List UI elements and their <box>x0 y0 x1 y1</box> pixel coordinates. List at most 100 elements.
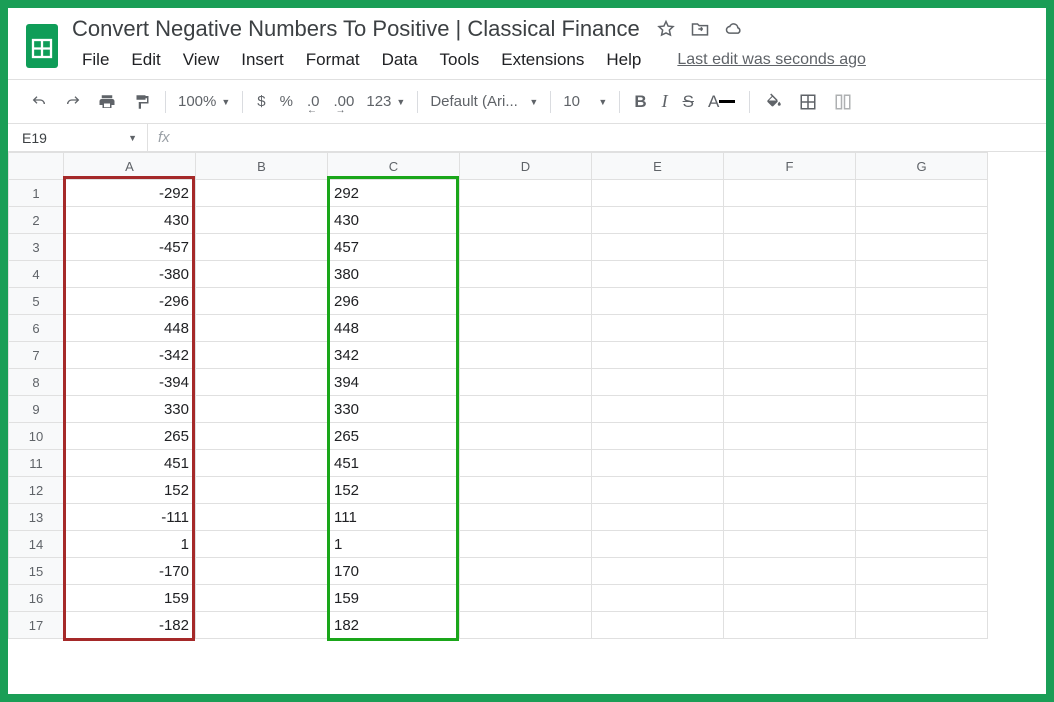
cell-D10[interactable] <box>460 423 592 450</box>
row-header[interactable]: 16 <box>9 585 64 612</box>
row-header[interactable]: 1 <box>9 180 64 207</box>
cell-B16[interactable] <box>196 585 328 612</box>
cell-F13[interactable] <box>724 504 856 531</box>
cell-A12[interactable]: 152 <box>64 477 196 504</box>
col-header-C[interactable]: C <box>328 153 460 180</box>
cell-E9[interactable] <box>592 396 724 423</box>
cell-A10[interactable]: 265 <box>64 423 196 450</box>
cell-C16[interactable]: 159 <box>328 585 460 612</box>
cell-E8[interactable] <box>592 369 724 396</box>
cell-C3[interactable]: 457 <box>328 234 460 261</box>
zoom-dropdown[interactable]: 100%▼ <box>173 89 235 114</box>
cell-E13[interactable] <box>592 504 724 531</box>
cell-E6[interactable] <box>592 315 724 342</box>
row-header[interactable]: 6 <box>9 315 64 342</box>
cell-F8[interactable] <box>724 369 856 396</box>
row-header[interactable]: 8 <box>9 369 64 396</box>
menu-data[interactable]: Data <box>372 47 428 73</box>
star-icon[interactable] <box>656 19 676 39</box>
cell-F4[interactable] <box>724 261 856 288</box>
cell-G10[interactable] <box>856 423 988 450</box>
row-header[interactable]: 12 <box>9 477 64 504</box>
redo-button[interactable] <box>56 89 90 115</box>
cell-C17[interactable]: 182 <box>328 612 460 639</box>
cell-C11[interactable]: 451 <box>328 450 460 477</box>
format-currency-button[interactable]: $ <box>250 88 272 115</box>
menu-tools[interactable]: Tools <box>430 47 490 73</box>
cell-E2[interactable] <box>592 207 724 234</box>
menu-view[interactable]: View <box>173 47 230 73</box>
cell-C15[interactable]: 170 <box>328 558 460 585</box>
cell-D15[interactable] <box>460 558 592 585</box>
cell-A9[interactable]: 330 <box>64 396 196 423</box>
cell-D3[interactable] <box>460 234 592 261</box>
cell-G13[interactable] <box>856 504 988 531</box>
doc-title[interactable]: Convert Negative Numbers To Positive | C… <box>72 16 640 42</box>
cell-D8[interactable] <box>460 369 592 396</box>
cell-D1[interactable] <box>460 180 592 207</box>
cell-A17[interactable]: -182 <box>64 612 196 639</box>
cell-B9[interactable] <box>196 396 328 423</box>
cell-C5[interactable]: 296 <box>328 288 460 315</box>
cell-E15[interactable] <box>592 558 724 585</box>
cell-C2[interactable]: 430 <box>328 207 460 234</box>
menu-format[interactable]: Format <box>296 47 370 73</box>
row-header[interactable]: 13 <box>9 504 64 531</box>
cell-E5[interactable] <box>592 288 724 315</box>
cell-F1[interactable] <box>724 180 856 207</box>
cell-A3[interactable]: -457 <box>64 234 196 261</box>
cell-B10[interactable] <box>196 423 328 450</box>
strikethrough-button[interactable]: S <box>676 87 701 117</box>
cell-G12[interactable] <box>856 477 988 504</box>
menu-help[interactable]: Help <box>596 47 651 73</box>
cell-F12[interactable] <box>724 477 856 504</box>
cell-F5[interactable] <box>724 288 856 315</box>
col-header-E[interactable]: E <box>592 153 724 180</box>
cell-G14[interactable] <box>856 531 988 558</box>
cell-E11[interactable] <box>592 450 724 477</box>
cell-E1[interactable] <box>592 180 724 207</box>
cell-C6[interactable]: 448 <box>328 315 460 342</box>
cell-E16[interactable] <box>592 585 724 612</box>
cell-F16[interactable] <box>724 585 856 612</box>
cell-E14[interactable] <box>592 531 724 558</box>
cell-A6[interactable]: 448 <box>64 315 196 342</box>
name-box[interactable]: E19 ▼ <box>8 124 148 151</box>
cell-B2[interactable] <box>196 207 328 234</box>
cell-B12[interactable] <box>196 477 328 504</box>
cell-F2[interactable] <box>724 207 856 234</box>
cell-B13[interactable] <box>196 504 328 531</box>
cell-G8[interactable] <box>856 369 988 396</box>
cell-D14[interactable] <box>460 531 592 558</box>
sheets-logo[interactable] <box>22 20 62 72</box>
row-header[interactable]: 4 <box>9 261 64 288</box>
cell-D13[interactable] <box>460 504 592 531</box>
cell-G3[interactable] <box>856 234 988 261</box>
borders-button[interactable] <box>791 88 825 116</box>
row-header[interactable]: 7 <box>9 342 64 369</box>
cell-C13[interactable]: 111 <box>328 504 460 531</box>
paint-format-button[interactable] <box>124 88 158 116</box>
cell-C10[interactable]: 265 <box>328 423 460 450</box>
cell-G4[interactable] <box>856 261 988 288</box>
cell-G5[interactable] <box>856 288 988 315</box>
select-all-corner[interactable] <box>9 153 64 180</box>
cell-D7[interactable] <box>460 342 592 369</box>
cell-F15[interactable] <box>724 558 856 585</box>
cell-C9[interactable]: 330 <box>328 396 460 423</box>
row-header[interactable]: 5 <box>9 288 64 315</box>
italic-button[interactable]: I <box>654 86 676 117</box>
cell-D17[interactable] <box>460 612 592 639</box>
col-header-F[interactable]: F <box>724 153 856 180</box>
cell-F3[interactable] <box>724 234 856 261</box>
cell-F10[interactable] <box>724 423 856 450</box>
row-header[interactable]: 15 <box>9 558 64 585</box>
cell-C1[interactable]: 292 <box>328 180 460 207</box>
undo-button[interactable] <box>22 89 56 115</box>
cell-G1[interactable] <box>856 180 988 207</box>
cell-A4[interactable]: -380 <box>64 261 196 288</box>
cell-A2[interactable]: 430 <box>64 207 196 234</box>
cell-F7[interactable] <box>724 342 856 369</box>
cell-G9[interactable] <box>856 396 988 423</box>
formula-bar[interactable] <box>180 124 1046 151</box>
